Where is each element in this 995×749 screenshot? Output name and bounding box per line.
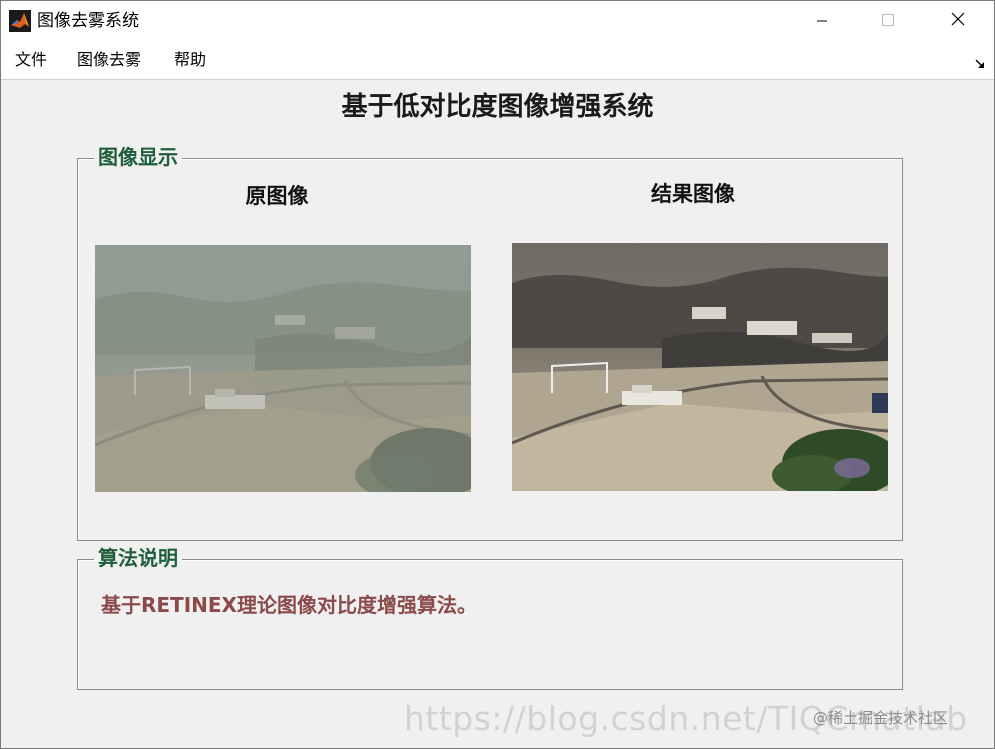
menu-image-dehaze[interactable]: 图像去雾 xyxy=(77,49,141,71)
menu-file[interactable]: 文件 xyxy=(15,49,47,71)
result-image xyxy=(512,243,888,491)
title-bar[interactable]: 图像去雾系统 xyxy=(1,1,994,41)
algorithm-panel: 算法说明 xyxy=(77,544,903,690)
image-display-legend: 图像显示 xyxy=(94,143,182,171)
app-window: 图像去雾系统 文件 图像去雾 帮助 基于低对比度图像增强系统 图像显示 原图像 … xyxy=(0,0,995,749)
original-image xyxy=(95,245,471,492)
original-image-caption: 原图像 xyxy=(245,184,309,208)
result-image-caption: 结果图像 xyxy=(651,182,735,206)
minimize-icon xyxy=(816,12,828,31)
algorithm-description: 基于RETINEX理论图像对比度增强算法。 xyxy=(101,593,477,617)
menu-bar: 文件 图像去雾 帮助 xyxy=(1,41,994,80)
algorithm-legend: 算法说明 xyxy=(94,544,182,572)
minimize-button[interactable] xyxy=(787,1,857,41)
close-button[interactable] xyxy=(923,1,993,41)
matlab-logo-icon xyxy=(9,10,31,32)
menu-help[interactable]: 帮助 xyxy=(174,49,206,71)
page-title: 基于低对比度图像增强系统 xyxy=(341,92,654,122)
close-icon xyxy=(950,11,966,31)
watermark-site: @稀土掘金技术社区 xyxy=(813,709,949,727)
maximize-button[interactable] xyxy=(853,1,923,41)
window-title: 图像去雾系统 xyxy=(37,11,139,31)
maximize-icon xyxy=(881,12,895,31)
dock-arrow-icon[interactable] xyxy=(974,55,986,68)
